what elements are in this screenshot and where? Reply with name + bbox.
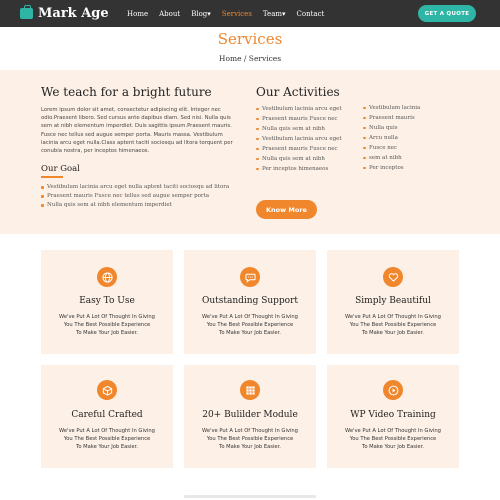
chevron-down-icon: ▾ bbox=[282, 9, 286, 18]
heart-icon bbox=[383, 267, 403, 287]
activities-column: Our Activities Vestibulum lacinia arcu e… bbox=[256, 85, 466, 219]
card-title: Careful Crafted bbox=[71, 410, 143, 420]
list-item: Praesent mauris Fusce nec bbox=[256, 114, 362, 124]
feature-card-easy-to-use: Easy To Use We've Put A Lot Of Thought I… bbox=[41, 250, 173, 354]
feature-card-simply-beautiful: Simply Beautiful We've Put A Lot Of Thou… bbox=[327, 250, 459, 354]
breadcrumb: Home / Services bbox=[218, 54, 282, 63]
nav-team[interactable]: Team▾ bbox=[263, 10, 286, 18]
divider bbox=[184, 495, 316, 498]
card-desc-line: To Make Your Job Easier. bbox=[76, 444, 138, 451]
card-desc-line: To Make Your Job Easier. bbox=[219, 330, 281, 337]
top-navbar: Mark Age Home About Blog▾ Services Team▾… bbox=[0, 0, 500, 27]
about-heading: We teach for a bright future bbox=[41, 85, 212, 99]
card-description: We've Put A Lot Of Thought In Giving You… bbox=[335, 427, 451, 452]
next-section-peek bbox=[0, 487, 500, 500]
grid-icon bbox=[240, 380, 260, 400]
card-description: We've Put A Lot Of Thought In Giving You… bbox=[49, 313, 165, 338]
card-title: Easy To Use bbox=[79, 296, 135, 306]
list-item: Arcu nulla bbox=[363, 133, 420, 143]
briefcase-icon bbox=[20, 5, 33, 19]
card-description: We've Put A Lot Of Thought In Giving You… bbox=[192, 427, 308, 452]
card-title: 20+ Bulilder Module bbox=[202, 410, 298, 420]
card-description: We've Put A Lot Of Thought In Giving You… bbox=[49, 427, 165, 452]
get-quote-button[interactable]: GET A QUOTE bbox=[418, 5, 476, 22]
card-desc-line: You The Best Possible Experience bbox=[349, 436, 437, 443]
nav-contact[interactable]: Contact bbox=[297, 10, 325, 18]
card-desc-line: To Make Your Job Easier. bbox=[219, 444, 281, 451]
card-desc-line: We've Put A Lot Of Thought In Giving bbox=[345, 314, 441, 320]
card-desc-line: We've Put A Lot Of Thought In Giving bbox=[345, 428, 441, 434]
card-desc-line: You The Best Possible Experience bbox=[206, 322, 294, 329]
list-item: sem at nibh bbox=[363, 153, 420, 163]
card-desc-line: You The Best Possible Experience bbox=[63, 322, 151, 329]
card-desc-line: We've Put A Lot Of Thought In Giving bbox=[59, 428, 155, 434]
card-title: Outstanding Support bbox=[201, 296, 299, 306]
feature-card-builder-module: 20+ Bulilder Module We've Put A Lot Of T… bbox=[184, 365, 316, 468]
card-desc-line: You The Best Possible Experience bbox=[206, 436, 294, 443]
card-desc-line: To Make Your Job Easier. bbox=[362, 330, 424, 337]
activities-heading: Our Activities bbox=[256, 85, 340, 99]
card-title: Simply Beautiful bbox=[355, 296, 431, 306]
card-desc-line: To Make Your Job Easier. bbox=[76, 330, 138, 337]
card-desc-line: You The Best Possible Experience bbox=[63, 436, 151, 443]
play-icon bbox=[383, 380, 403, 400]
list-item: Nulla quis sem at nibh bbox=[256, 154, 362, 164]
goal-underline bbox=[41, 176, 63, 178]
feature-card-outstanding-support: Outstanding Support We've Put A Lot Of T… bbox=[184, 250, 316, 354]
list-item: Vestibulum lacinia arcu eget bbox=[256, 104, 362, 114]
brand-name: Mark Age bbox=[38, 6, 109, 21]
nav-about[interactable]: About bbox=[159, 10, 180, 18]
cube-icon bbox=[97, 380, 117, 400]
card-desc-line: We've Put A Lot Of Thought In Giving bbox=[202, 314, 298, 320]
list-item: Vestibulum lacinia bbox=[363, 103, 420, 113]
list-item: Praesent mauris Fusce nec bbox=[256, 144, 362, 154]
chevron-down-icon: ▾ bbox=[207, 9, 211, 18]
list-item: Nulla quis sem at nibh elementum imperdi… bbox=[41, 201, 241, 210]
main-nav: Home About Blog▾ Services Team▾ Contact bbox=[127, 0, 324, 27]
list-item: Fusce nec bbox=[363, 143, 420, 153]
about-column: We teach for a bright future Lorem ipsum… bbox=[41, 85, 241, 210]
nav-home[interactable]: Home bbox=[127, 10, 148, 18]
nav-team-label: Team bbox=[262, 9, 283, 18]
feature-card-video-training: WP Video Training We've Put A Lot Of Tho… bbox=[327, 365, 459, 468]
activities-list-1: Vestibulum lacinia arcu eget Praesent ma… bbox=[256, 104, 362, 174]
nav-blog-label: Blog bbox=[191, 9, 208, 18]
list-item: Nulla quis sem at nibh bbox=[256, 124, 362, 134]
goal-list: Vestibulum lacinia arcu eget nulla apten… bbox=[41, 183, 241, 210]
feature-card-careful-crafted: Careful Crafted We've Put A Lot Of Thoug… bbox=[41, 365, 173, 468]
logo[interactable]: Mark Age bbox=[20, 5, 109, 22]
nav-blog[interactable]: Blog▾ bbox=[191, 10, 211, 18]
list-item: Per inceptos himenaeos bbox=[256, 164, 362, 174]
card-desc-line: We've Put A Lot Of Thought In Giving bbox=[59, 314, 155, 320]
card-description: We've Put A Lot Of Thought In Giving You… bbox=[335, 313, 451, 338]
about-paragraph: Lorem ipsum dolor sit amet, consectetur … bbox=[41, 107, 233, 155]
globe-icon bbox=[97, 267, 117, 287]
list-item: Nulla quis bbox=[363, 123, 420, 133]
card-description: We've Put A Lot Of Thought In Giving You… bbox=[192, 313, 308, 338]
goal-heading: Our Goal bbox=[41, 164, 80, 175]
list-item: Praesent mauris bbox=[363, 113, 420, 123]
activities-list-2: Vestibulum lacinia Praesent mauris Nulla… bbox=[363, 103, 420, 173]
know-more-button[interactable]: Know More bbox=[256, 200, 317, 219]
list-item: Vestibulum lacinia arcu eget bbox=[256, 134, 362, 144]
list-item: Vestibulum lacinia arcu eget nulla apten… bbox=[41, 183, 241, 192]
card-desc-line: We've Put A Lot Of Thought In Giving bbox=[202, 428, 298, 434]
card-desc-line: To Make Your Job Easier. bbox=[362, 444, 424, 451]
page-title: Services bbox=[217, 30, 283, 48]
card-title: WP Video Training bbox=[350, 410, 436, 420]
nav-services[interactable]: Services bbox=[222, 10, 252, 18]
about-section: We teach for a bright future Lorem ipsum… bbox=[0, 70, 500, 234]
list-item: Praesent mauris Fusce nec tellus sed aug… bbox=[41, 192, 241, 201]
chat-icon bbox=[240, 267, 260, 287]
list-item: Per inceptos bbox=[363, 163, 420, 173]
card-desc-line: You The Best Possible Experience bbox=[349, 322, 437, 329]
